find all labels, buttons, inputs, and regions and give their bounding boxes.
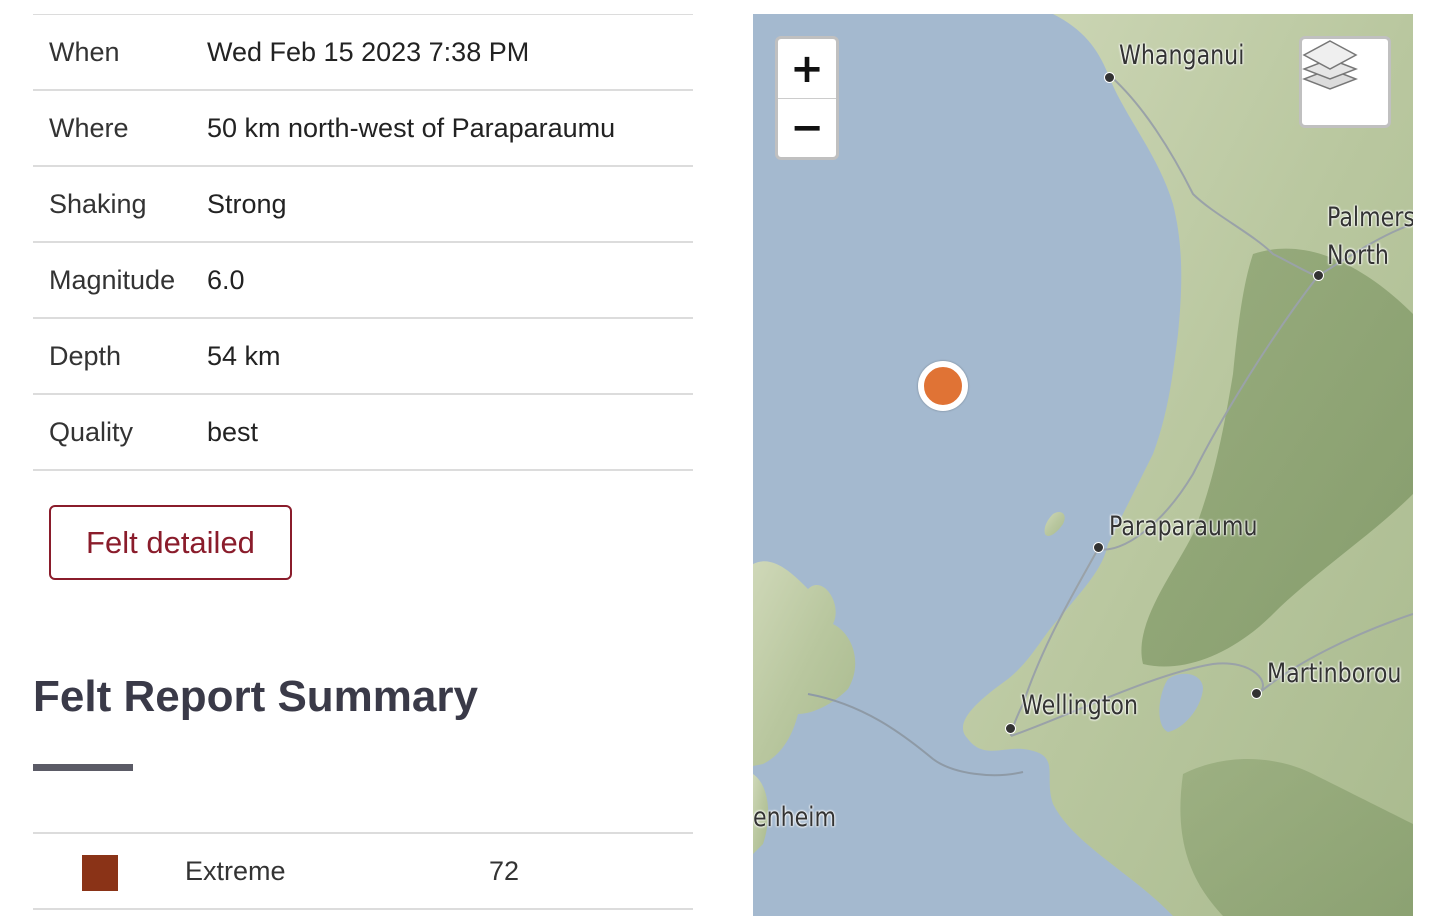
detail-row-where: Where 50 km north-west of Paraparaumu (33, 91, 693, 167)
detail-value: 54 km (207, 340, 281, 371)
map-label-martinborough: Martinborou (1267, 658, 1402, 689)
heading-underline (33, 764, 133, 771)
detail-label: Shaking (49, 188, 147, 219)
intensity-swatch (82, 855, 118, 891)
layers-icon (1302, 40, 1358, 90)
map-label-wellington: Wellington (1021, 690, 1139, 721)
city-dot-paraparaumu (1093, 542, 1104, 553)
map-label-palmerston-1: Palmers (1327, 202, 1413, 233)
zoom-out-button[interactable]: − (778, 98, 836, 157)
zoom-in-button[interactable]: + (778, 39, 836, 98)
report-count: 72 (489, 856, 520, 886)
detail-label: Magnitude (49, 264, 176, 295)
detail-row-shaking: Shaking Strong (33, 167, 693, 243)
detail-row-quality: Quality best (33, 395, 693, 471)
detail-value: 6.0 (207, 264, 245, 295)
map-terrain (753, 14, 1413, 916)
layers-button[interactable] (1299, 36, 1391, 128)
city-dot-whanganui (1104, 72, 1115, 83)
felt-summary-table: Extreme 72 (33, 832, 693, 910)
city-dot-palmerston-north (1313, 270, 1324, 281)
map-label-blenheim: enheim (753, 802, 837, 833)
detail-value: best (207, 416, 259, 447)
map-label-paraparaumu: Paraparaumu (1109, 511, 1258, 542)
detail-value: 50 km north-west of Paraparaumu (207, 112, 616, 143)
detail-row-depth: Depth 54 km (33, 319, 693, 395)
detail-value: Wed Feb 15 2023 7:38 PM (207, 36, 530, 67)
quake-map[interactable]: Whanganui Palmers North Paraparaumu Well… (753, 14, 1413, 916)
map-label-whanganui: Whanganui (1119, 40, 1245, 71)
intensity-label: Extreme (185, 856, 286, 886)
map-label-palmerston-2: North (1327, 240, 1389, 271)
detail-label: When (49, 36, 120, 67)
table-row: Extreme 72 (33, 834, 693, 910)
city-dot-martinborough (1251, 688, 1262, 699)
quake-details-table: When Wed Feb 15 2023 7:38 PM Where 50 km… (33, 14, 693, 471)
detail-value: Strong (207, 188, 287, 219)
detail-label: Where (49, 112, 129, 143)
detail-label: Depth (49, 340, 122, 371)
detail-row-magnitude: Magnitude 6.0 (33, 243, 693, 319)
felt-detailed-button[interactable]: Felt detailed (49, 505, 292, 580)
epicentre-marker[interactable] (918, 361, 968, 411)
city-dot-wellington (1005, 723, 1016, 734)
zoom-control: + − (775, 36, 839, 160)
detail-row-when: When Wed Feb 15 2023 7:38 PM (33, 15, 693, 91)
detail-label: Quality (49, 416, 134, 447)
felt-summary-heading: Felt Report Summary (33, 672, 478, 721)
